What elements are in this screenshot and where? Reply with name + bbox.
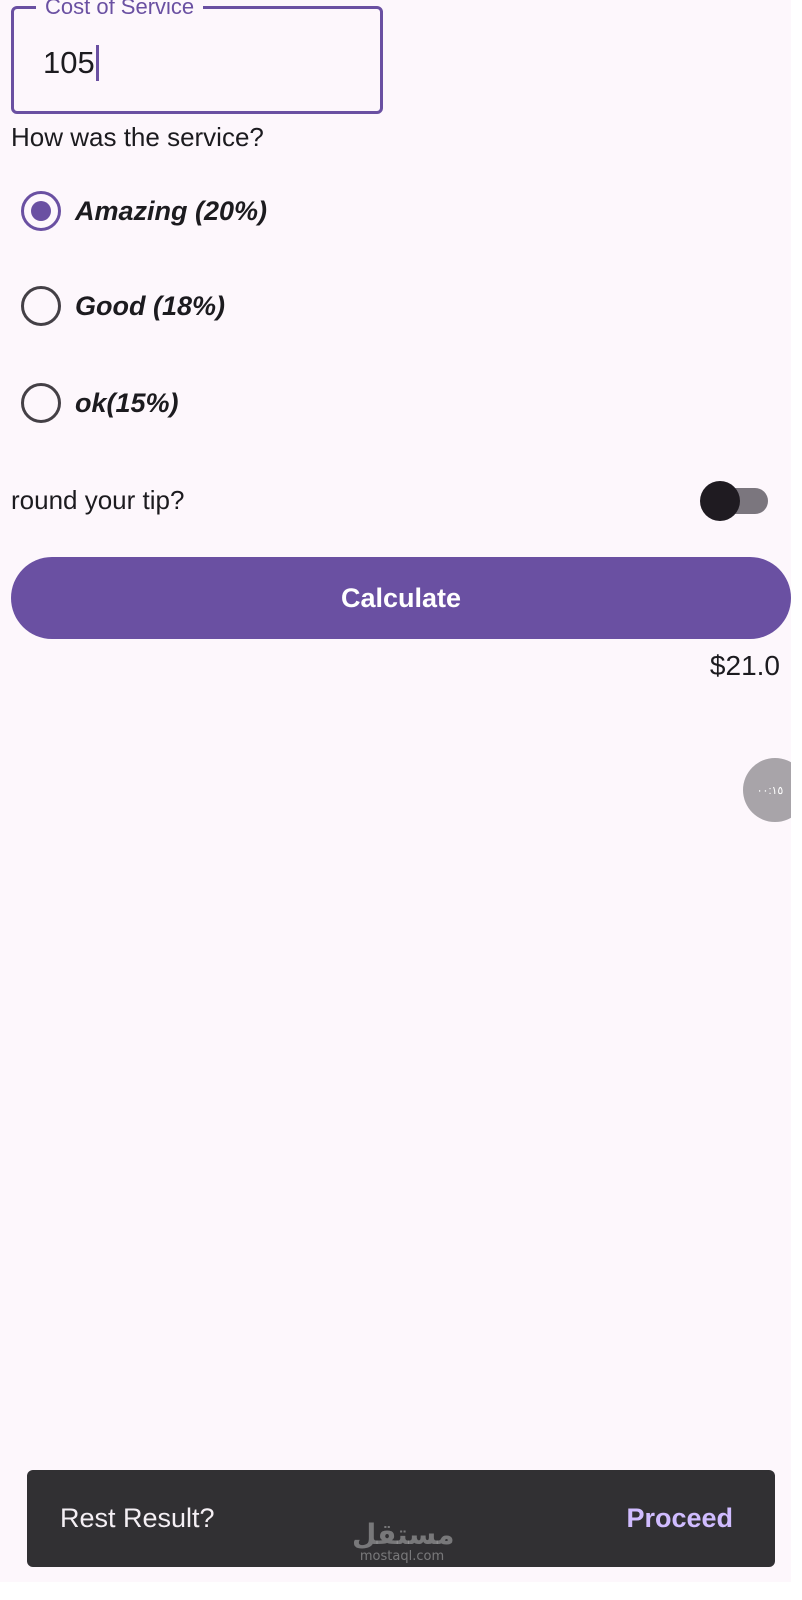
- switch-thumb: [700, 481, 740, 521]
- option-ok[interactable]: ok(15%): [21, 379, 179, 427]
- cost-of-service-field[interactable]: Cost of Service 105: [11, 0, 383, 114]
- screen-edge-bottom: [0, 1582, 802, 1600]
- tip-result: $21.0: [709, 650, 780, 681]
- round-tip-switch[interactable]: [700, 480, 770, 522]
- app-screen: Cost of Service 105 How was the service?…: [0, 0, 791, 1582]
- round-tip-label: round your tip?: [11, 485, 185, 515]
- floating-timer-bubble[interactable]: ٠٠:١٥: [743, 758, 791, 822]
- cost-input-value[interactable]: 105: [43, 45, 99, 81]
- snackbar-message: Rest Result?: [60, 1503, 215, 1533]
- radio-unchecked-icon[interactable]: [21, 383, 61, 423]
- cost-input-text: 105: [43, 45, 95, 80]
- radio-unchecked-icon[interactable]: [21, 286, 61, 326]
- text-cursor: [95, 45, 99, 81]
- proceed-button[interactable]: Proceed: [626, 1503, 733, 1534]
- watermark-latin: mostaql.com: [359, 1549, 445, 1564]
- cost-field-label: Cost of Service: [36, 0, 204, 19]
- radio-checked-icon[interactable]: [21, 191, 61, 231]
- option-amazing-label: Amazing (20%): [75, 195, 268, 226]
- option-ok-label: ok(15%): [75, 387, 179, 418]
- watermark-logo: مستقل mostaql.com: [352, 1518, 455, 1564]
- screen-edge: [791, 0, 802, 1600]
- watermark-arabic: مستقل: [352, 1518, 455, 1551]
- calculate-button[interactable]: Calculate: [11, 557, 791, 639]
- option-good[interactable]: Good (18%): [21, 282, 225, 330]
- service-question: How was the service?: [11, 122, 264, 152]
- option-amazing[interactable]: Amazing (20%): [21, 187, 267, 235]
- option-good-label: Good (18%): [75, 290, 226, 321]
